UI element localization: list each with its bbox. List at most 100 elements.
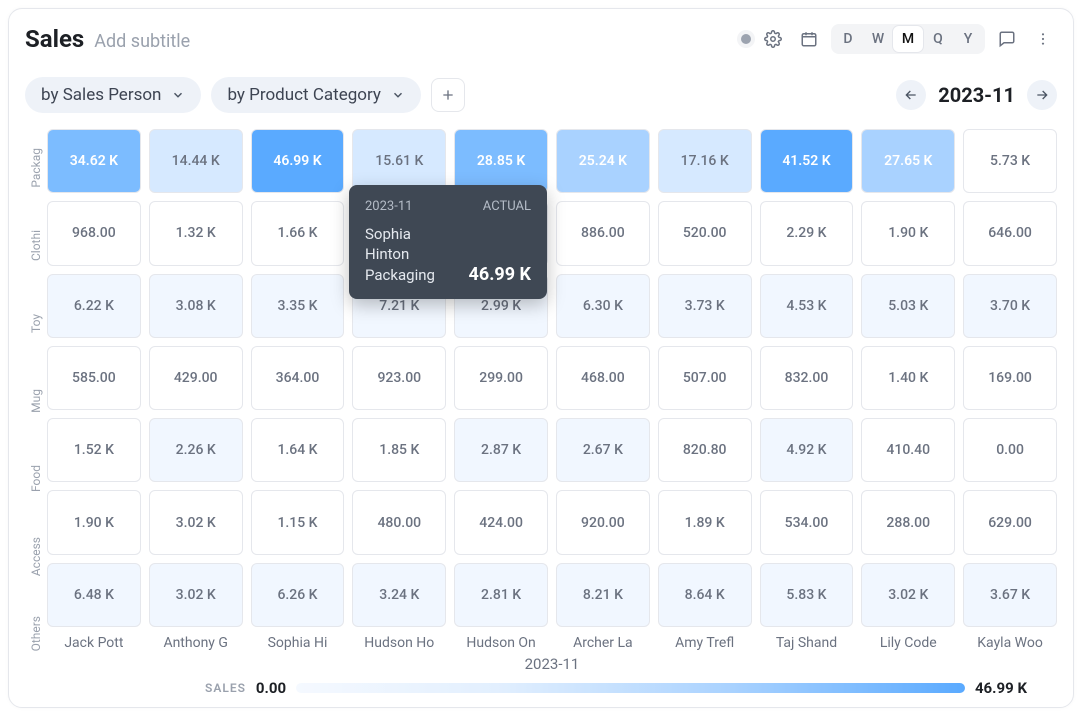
- heatmap-cell[interactable]: 3.35 K: [251, 274, 345, 338]
- report-card: Sales Add subtitle D W M Q Y: [8, 8, 1074, 708]
- heatmap-cell[interactable]: 1.52 K: [47, 418, 141, 482]
- heatmap-cell[interactable]: 480.00: [352, 490, 446, 554]
- heatmap-cell[interactable]: 288.00: [861, 490, 955, 554]
- y-axis-label: Clothi: [25, 207, 47, 285]
- heatmap-cell[interactable]: 585.00: [47, 346, 141, 410]
- heatmap-cell[interactable]: 629.00: [963, 490, 1057, 554]
- heatmap-cell[interactable]: 1.90 K: [47, 490, 141, 554]
- heatmap-cell[interactable]: 6.26 K: [251, 563, 345, 627]
- subtitle-input[interactable]: Add subtitle: [94, 31, 190, 52]
- heatmap-cell[interactable]: 4.53 K: [760, 274, 854, 338]
- heatmap-cell[interactable]: 3.08 K: [149, 274, 243, 338]
- heatmap-cell[interactable]: 27.65 K: [861, 129, 955, 193]
- heatmap-cell[interactable]: 6.30 K: [556, 274, 650, 338]
- settings-button[interactable]: [759, 25, 787, 53]
- heatmap-cell[interactable]: 28.85 K: [454, 129, 548, 193]
- heatmap-cell[interactable]: 4.92 K: [760, 418, 854, 482]
- x-axis-label: Amy Trefl: [658, 635, 752, 651]
- heatmap-cell[interactable]: 3.02 K: [861, 563, 955, 627]
- heatmap-cell[interactable]: 3.02 K: [149, 563, 243, 627]
- period-tab-m[interactable]: M: [893, 26, 923, 52]
- heatmap-cell[interactable]: 46.99 K: [251, 129, 345, 193]
- add-breakdown-button[interactable]: [431, 78, 465, 112]
- tooltip-value: 46.99 K: [469, 264, 531, 285]
- breakdown-category[interactable]: by Product Category: [211, 77, 420, 113]
- heatmap-cell[interactable]: 1.32 K: [149, 201, 243, 265]
- y-axis: PackagClothiToyMugFoodAccessOthers: [25, 129, 47, 673]
- heatmap-row: 968.001.32 K1.66 K1.85 K2.04 K886.00520.…: [47, 201, 1057, 265]
- heatmap-cell[interactable]: 0.00: [963, 418, 1057, 482]
- heatmap-cell[interactable]: 424.00: [454, 490, 548, 554]
- heatmap-cell[interactable]: 1.85 K: [352, 418, 446, 482]
- legend-metric: SALES: [205, 681, 246, 695]
- heatmap-cell[interactable]: 410.40: [861, 418, 955, 482]
- heatmap-cell[interactable]: 2.67 K: [556, 418, 650, 482]
- heatmap-cell[interactable]: 6.48 K: [47, 563, 141, 627]
- heatmap-cell[interactable]: 3.67 K: [963, 563, 1057, 627]
- heatmap-cell[interactable]: 820.80: [658, 418, 752, 482]
- heatmap-cell[interactable]: 507.00: [658, 346, 752, 410]
- heatmap-cell[interactable]: 5.73 K: [963, 129, 1057, 193]
- heatmap-cell[interactable]: 1.89 K: [658, 490, 752, 554]
- chevron-down-icon: [171, 88, 185, 102]
- heatmap-cell[interactable]: 1.40 K: [861, 346, 955, 410]
- heatmap-cell[interactable]: 5.03 K: [861, 274, 955, 338]
- calendar-button[interactable]: [795, 25, 823, 53]
- more-button[interactable]: [1029, 25, 1057, 53]
- period-tab-d[interactable]: D: [833, 26, 863, 52]
- period-tab-q[interactable]: Q: [923, 26, 953, 52]
- next-period-button[interactable]: [1027, 80, 1057, 110]
- tooltip-period: 2023-11: [365, 199, 412, 214]
- heatmap-cell[interactable]: 5.83 K: [760, 563, 854, 627]
- title-wrap: Sales Add subtitle: [25, 25, 190, 53]
- heatmap-cell[interactable]: 1.66 K: [251, 201, 345, 265]
- arrow-left-icon: [903, 87, 919, 103]
- period-tab-w[interactable]: W: [863, 26, 893, 52]
- heatmap-cell[interactable]: 25.24 K: [556, 129, 650, 193]
- period-tab-y[interactable]: Y: [953, 26, 983, 52]
- tooltip-label: Sophia Hinton Packaging: [365, 224, 459, 285]
- heatmap-cell[interactable]: 17.16 K: [658, 129, 752, 193]
- heatmap-cell[interactable]: 646.00: [963, 201, 1057, 265]
- heatmap-cell[interactable]: 468.00: [556, 346, 650, 410]
- header: Sales Add subtitle D W M Q Y: [25, 21, 1057, 57]
- chevron-down-icon: [391, 88, 405, 102]
- breakdown-salesperson-label: by Sales Person: [41, 85, 161, 105]
- x-axis-label: Lily Code: [861, 635, 955, 651]
- comments-button[interactable]: [993, 25, 1021, 53]
- heatmap-cell[interactable]: 886.00: [556, 201, 650, 265]
- heatmap-cell[interactable]: 3.70 K: [963, 274, 1057, 338]
- heatmap-cell[interactable]: 3.24 K: [352, 563, 446, 627]
- heatmap-cell[interactable]: 8.21 K: [556, 563, 650, 627]
- breakdown-salesperson[interactable]: by Sales Person: [25, 77, 201, 113]
- heatmap-cell[interactable]: 34.62 K: [47, 129, 141, 193]
- heatmap-cell[interactable]: 2.29 K: [760, 201, 854, 265]
- heatmap-cell[interactable]: 968.00: [47, 201, 141, 265]
- heatmap-cell[interactable]: 8.64 K: [658, 563, 752, 627]
- heatmap-cell[interactable]: 2.87 K: [454, 418, 548, 482]
- x-axis-label: Hudson On: [454, 635, 548, 651]
- heatmap-cell[interactable]: 6.22 K: [47, 274, 141, 338]
- heatmap-cell[interactable]: 3.02 K: [149, 490, 243, 554]
- heatmap-cell[interactable]: 1.90 K: [861, 201, 955, 265]
- x-axis-label: Sophia Hi: [251, 635, 345, 651]
- heatmap-cell[interactable]: 2.81 K: [454, 563, 548, 627]
- heatmap-cell[interactable]: 41.52 K: [760, 129, 854, 193]
- heatmap-cell[interactable]: 832.00: [760, 346, 854, 410]
- period-tabs: D W M Q Y: [831, 24, 985, 54]
- heatmap-cell[interactable]: 14.44 K: [149, 129, 243, 193]
- heatmap-cell[interactable]: 169.00: [963, 346, 1057, 410]
- heatmap-cell[interactable]: 2.26 K: [149, 418, 243, 482]
- heatmap-cell[interactable]: 3.73 K: [658, 274, 752, 338]
- heatmap-cell[interactable]: 1.64 K: [251, 418, 345, 482]
- heatmap-cell[interactable]: 1.15 K: [251, 490, 345, 554]
- heatmap-cell[interactable]: 534.00: [760, 490, 854, 554]
- heatmap-cell[interactable]: 364.00: [251, 346, 345, 410]
- heatmap-cell[interactable]: 920.00: [556, 490, 650, 554]
- heatmap-cell[interactable]: 299.00: [454, 346, 548, 410]
- prev-period-button[interactable]: [896, 80, 926, 110]
- heatmap-cell[interactable]: 923.00: [352, 346, 446, 410]
- heatmap-cell[interactable]: 15.61 K: [352, 129, 446, 193]
- heatmap-cell[interactable]: 520.00: [658, 201, 752, 265]
- heatmap-cell[interactable]: 429.00: [149, 346, 243, 410]
